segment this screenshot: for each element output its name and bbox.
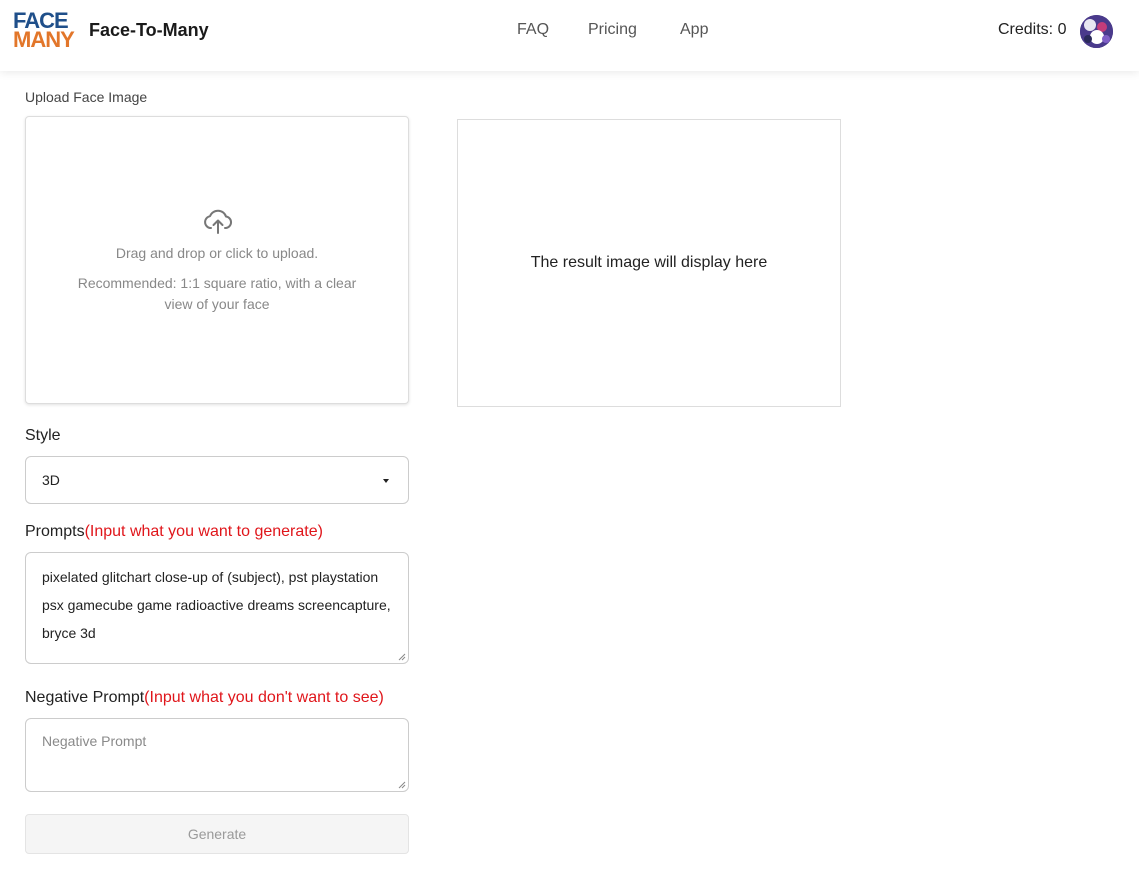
nav-link-app[interactable]: App — [680, 21, 708, 39]
nav-link-faq[interactable]: FAQ — [517, 21, 549, 39]
style-label: Style — [25, 427, 61, 444]
caret-down-icon — [383, 479, 389, 483]
negative-hint: (Input what you don't want to see) — [144, 689, 384, 706]
negative-prompt-textarea[interactable]: Negative Prompt — [25, 718, 409, 792]
prompts-textarea[interactable]: pixelated glitchart close-up of (subject… — [25, 552, 409, 664]
negative-placeholder: Negative Prompt — [42, 733, 147, 749]
prompts-text: pixelated glitchart close-up of (subject… — [42, 569, 391, 641]
result-placeholder: The result image will display here — [530, 254, 768, 271]
brand-name[interactable]: Face-To-Many — [89, 20, 209, 41]
prompts-label: Prompts(Input what you want to generate) — [25, 523, 323, 541]
style-selected-value: 3D — [42, 472, 60, 488]
credits-counter: Credits: 0 — [998, 21, 1067, 38]
user-avatar[interactable] — [1080, 15, 1113, 48]
cloud-upload-icon — [204, 209, 232, 234]
upload-recommendation: Recommended: 1:1 square ratio, with a cl… — [77, 275, 357, 312]
result-image-panel: The result image will display here — [457, 119, 841, 407]
resize-handle-icon[interactable] — [398, 653, 406, 661]
prompts-hint: (Input what you want to generate) — [84, 523, 323, 540]
upload-instruction: Drag and drop or click to upload. — [115, 245, 319, 261]
prompts-label-text: Prompts — [25, 523, 85, 540]
upload-label: Upload Face Image — [25, 89, 148, 105]
negative-prompt-label: Negative Prompt(Input what you don't wan… — [25, 689, 384, 707]
nav-link-pricing[interactable]: Pricing — [588, 21, 637, 39]
logo-line-2: MANY — [13, 27, 75, 52]
negative-label-text: Negative Prompt — [25, 689, 145, 706]
logo-icon[interactable]: FACE MANY — [13, 10, 85, 52]
generate-button[interactable]: Generate — [25, 814, 409, 854]
style-select[interactable]: 3D — [25, 456, 409, 504]
top-navbar: FACE MANY Face-To-Many FAQ Pricing App C… — [0, 0, 1139, 71]
resize-handle-icon[interactable] — [398, 781, 406, 789]
upload-dropzone[interactable]: Drag and drop or click to upload. Recomm… — [25, 116, 409, 404]
